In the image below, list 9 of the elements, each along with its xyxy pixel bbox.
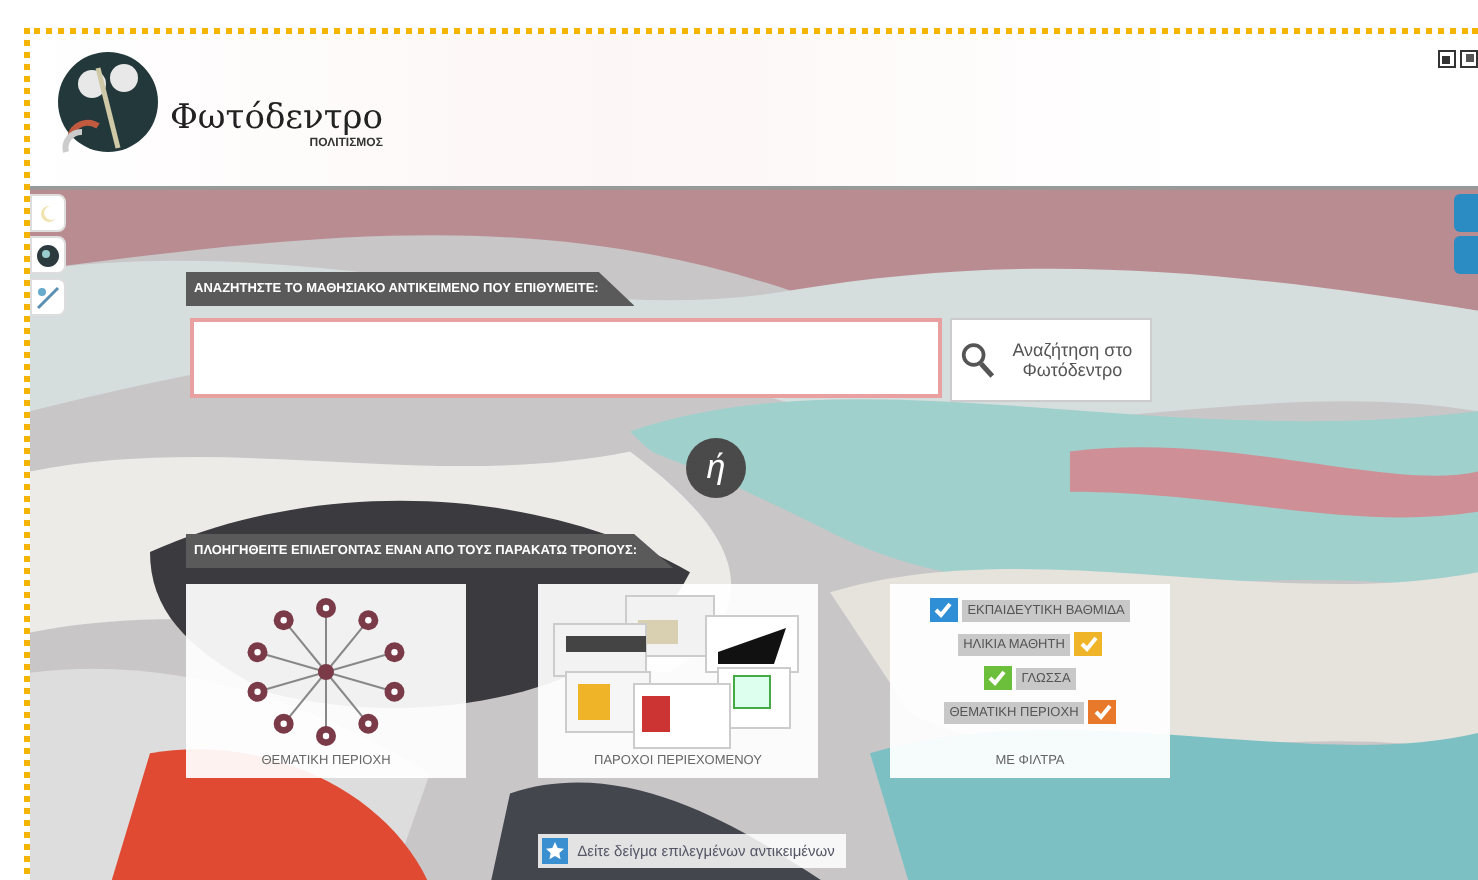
search-field[interactable] [190,318,942,398]
star-icon [541,838,568,864]
search-button[interactable]: Αναζήτηση στο Φωτόδεντρο [950,318,1152,402]
logo-title: Φωτόδεντρο [170,98,383,138]
checkbox-icon[interactable] [1088,700,1117,724]
checkbox-icon[interactable] [929,598,958,622]
checkbox-icon[interactable] [983,666,1012,690]
checkbox-icon[interactable] [1074,632,1103,656]
globe-icon[interactable] [30,236,66,274]
